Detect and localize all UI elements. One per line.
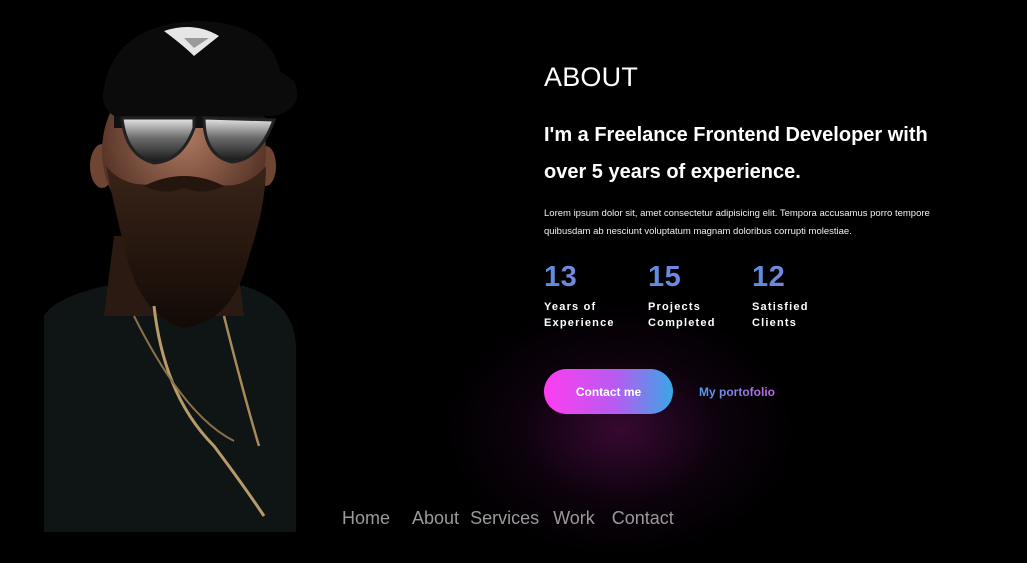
nav-about[interactable]: About <box>412 507 459 529</box>
stat-number: 12 <box>752 261 856 293</box>
stat-years: 13 Years of Experience <box>544 261 648 331</box>
stat-clients: 12 Satisfied Clients <box>752 261 856 331</box>
about-description: Lorem ipsum dolor sit, amet consectetur … <box>544 208 930 237</box>
stat-label: Satisfied Clients <box>752 301 809 329</box>
portfolio-link[interactable]: My portofolio <box>699 385 775 399</box>
stat-number: 13 <box>544 261 648 293</box>
about-section: ABOUT I'm a Freelance Frontend Developer… <box>544 62 984 414</box>
bottom-nav: Home About Services Work Contact <box>342 507 674 529</box>
headline-line-2: over 5 years of experience. <box>544 161 801 183</box>
stat-projects: 15 Projects Completed <box>648 261 752 331</box>
section-title: ABOUT <box>544 62 639 92</box>
stat-number: 15 <box>648 261 752 293</box>
nav-home[interactable]: Home <box>342 507 390 529</box>
headline: I'm a Freelance Frontend Developer with … <box>544 117 984 191</box>
about-page: ABOUT I'm a Freelance Frontend Developer… <box>0 0 1027 563</box>
nav-contact[interactable]: Contact <box>612 507 674 529</box>
stat-label: Projects Completed <box>648 301 716 329</box>
action-buttons: Contact me My portofolio <box>544 369 984 414</box>
headline-line-1: I'm a Freelance Frontend Developer with <box>544 124 928 146</box>
stat-label: Years of Experience <box>544 301 615 329</box>
nav-services[interactable]: Services <box>470 507 539 529</box>
portrait-image <box>44 16 306 532</box>
stats-row: 13 Years of Experience 15 Projects Compl… <box>544 261 984 331</box>
nav-work[interactable]: Work <box>553 507 595 529</box>
contact-me-button[interactable]: Contact me <box>544 369 673 414</box>
